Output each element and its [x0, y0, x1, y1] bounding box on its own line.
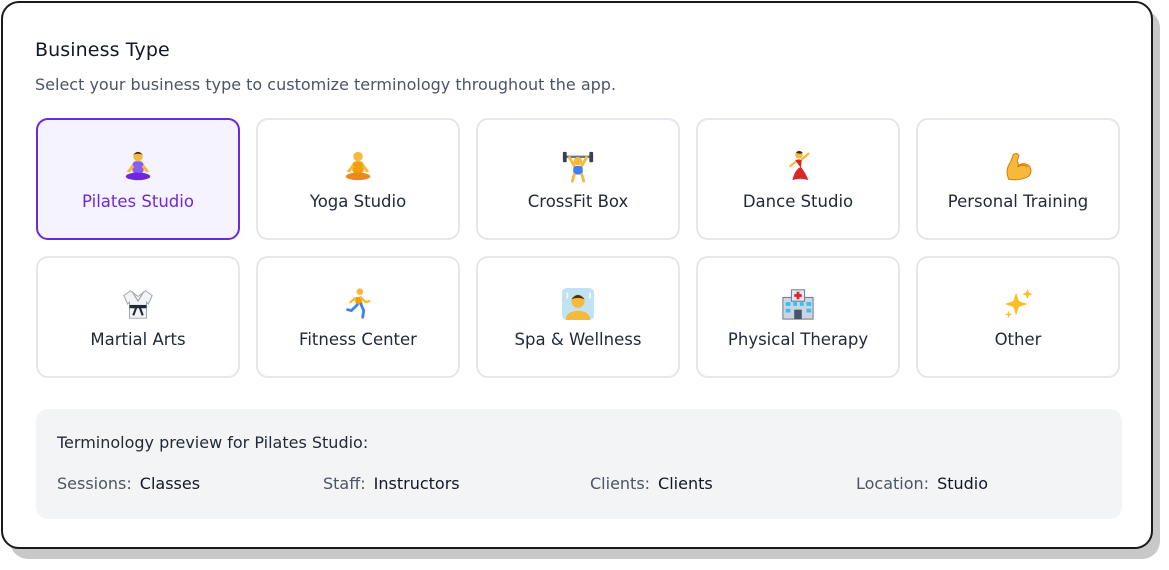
person-in-steamy-room-icon	[560, 286, 596, 322]
business-type-fitness-center[interactable]: Fitness Center	[256, 256, 460, 378]
term-clients: Clients: Clients	[590, 474, 713, 493]
woman-dancing-icon	[780, 148, 816, 184]
term-value: Studio	[937, 474, 989, 493]
hospital-icon	[780, 286, 816, 322]
business-type-label: Fitness Center	[299, 329, 417, 349]
business-type-label: CrossFit Box	[527, 191, 629, 211]
business-type-label: Physical Therapy	[727, 329, 869, 349]
section-subtitle: Select your business type to customize t…	[35, 75, 617, 94]
business-type-label: Pilates Studio	[82, 191, 194, 211]
term-sessions: Sessions: Classes	[57, 474, 200, 493]
business-type-label: Yoga Studio	[309, 191, 407, 211]
business-type-pilates-studio[interactable]: Pilates Studio	[36, 118, 240, 240]
business-type-label: Spa & Wellness	[514, 329, 642, 349]
business-type-other[interactable]: Other	[916, 256, 1120, 378]
business-type-personal-training[interactable]: Personal Training	[916, 118, 1120, 240]
term-key: Staff:	[323, 474, 366, 493]
business-type-label: Personal Training	[947, 191, 1089, 211]
martial-arts-uniform-icon	[120, 286, 156, 322]
term-key: Clients:	[590, 474, 651, 493]
sparkles-icon	[1000, 286, 1036, 322]
term-key: Location:	[856, 474, 930, 493]
business-type-label: Dance Studio	[742, 191, 854, 211]
business-type-yoga-studio[interactable]: Yoga Studio	[256, 118, 460, 240]
business-type-label: Other	[994, 329, 1042, 349]
term-value: Instructors	[373, 474, 460, 493]
person-lotus-position-icon	[340, 148, 376, 184]
term-staff: Staff: Instructors	[323, 474, 460, 493]
business-type-panel: Business Type Select your business type …	[1, 1, 1153, 549]
section-title: Business Type	[35, 39, 170, 61]
business-type-spa-wellness[interactable]: Spa & Wellness	[476, 256, 680, 378]
business-type-label: Martial Arts	[90, 329, 186, 349]
term-value: Clients	[658, 474, 713, 493]
business-type-physical-therapy[interactable]: Physical Therapy	[696, 256, 900, 378]
weightlifter-icon	[560, 148, 596, 184]
woman-lotus-position-icon	[120, 148, 156, 184]
flexed-biceps-icon	[1000, 148, 1036, 184]
term-location: Location: Studio	[856, 474, 988, 493]
term-value: Classes	[139, 474, 201, 493]
business-type-dance-studio[interactable]: Dance Studio	[696, 118, 900, 240]
business-type-grid: Pilates Studio Yoga Studio CrossFit Box …	[36, 118, 1120, 378]
terminology-preview: Terminology preview for Pilates Studio: …	[36, 409, 1122, 519]
person-running-icon	[340, 286, 376, 322]
business-type-crossfit-box[interactable]: CrossFit Box	[476, 118, 680, 240]
term-key: Sessions:	[57, 474, 132, 493]
business-type-martial-arts[interactable]: Martial Arts	[36, 256, 240, 378]
preview-title: Terminology preview for Pilates Studio:	[57, 433, 369, 452]
